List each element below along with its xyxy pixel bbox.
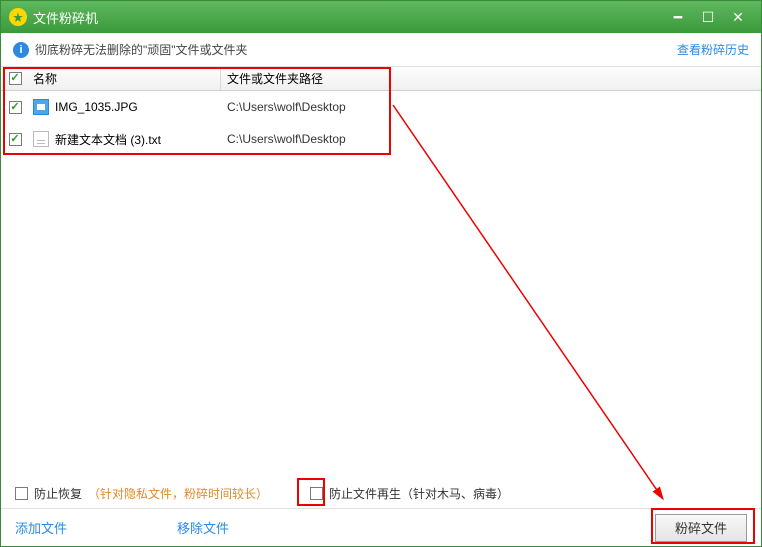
prevent-regen-label: 防止文件再生（针对木马、病毒） — [329, 485, 509, 502]
table-header: 名称 文件或文件夹路径 — [1, 67, 761, 91]
select-all-checkbox[interactable] — [9, 72, 22, 85]
image-file-icon — [33, 99, 49, 115]
prevent-recovery-checkbox[interactable] — [15, 487, 28, 500]
titlebar: 文件粉碎机 ━ ☐ ✕ — [1, 1, 761, 33]
column-header-path[interactable]: 文件或文件夹路径 — [221, 70, 761, 87]
window-title: 文件粉碎机 — [33, 8, 663, 27]
options-row: 防止恢复 （针对隐私文件，粉碎时间较长） 防止文件再生（针对木马、病毒） — [1, 478, 761, 508]
file-name: IMG_1035.JPG — [55, 100, 138, 114]
column-header-name[interactable]: 名称 — [29, 67, 221, 90]
prevent-recovery-hint: （针对隐私文件，粉碎时间较长） — [88, 485, 268, 502]
add-file-link[interactable]: 添加文件 — [15, 518, 67, 537]
row-checkbox[interactable] — [9, 133, 22, 146]
file-table: 名称 文件或文件夹路径 IMG_1035.JPG C:\Users\wolf\D… — [1, 67, 761, 477]
close-button[interactable]: ✕ — [723, 5, 753, 29]
remove-file-link[interactable]: 移除文件 — [177, 518, 229, 537]
file-path: C:\Users\wolf\Desktop — [221, 132, 761, 146]
row-checkbox[interactable] — [9, 101, 22, 114]
minimize-button[interactable]: ━ — [663, 5, 693, 29]
button-row: 添加文件 移除文件 粉碎文件 — [1, 508, 761, 546]
app-window: 文件粉碎机 ━ ☐ ✕ i 彻底粉碎无法删除的"顽固"文件或文件夹 查看粉碎历史… — [0, 0, 762, 547]
info-bar: i 彻底粉碎无法删除的"顽固"文件或文件夹 查看粉碎历史 — [1, 33, 761, 67]
text-file-icon — [33, 131, 49, 147]
info-icon: i — [13, 42, 29, 58]
table-row[interactable]: IMG_1035.JPG C:\Users\wolf\Desktop — [1, 91, 761, 123]
table-row[interactable]: 新建文本文档 (3).txt C:\Users\wolf\Desktop — [1, 123, 761, 155]
file-name: 新建文本文档 (3).txt — [55, 131, 161, 148]
shred-button[interactable]: 粉碎文件 — [655, 514, 747, 542]
prevent-regen-checkbox[interactable] — [310, 487, 323, 500]
file-path: C:\Users\wolf\Desktop — [221, 100, 761, 114]
history-link[interactable]: 查看粉碎历史 — [677, 41, 749, 58]
app-logo-icon — [9, 8, 27, 26]
maximize-button[interactable]: ☐ — [693, 5, 723, 29]
footer: 防止恢复 （针对隐私文件，粉碎时间较长） 防止文件再生（针对木马、病毒） 添加文… — [1, 478, 761, 546]
prevent-recovery-label: 防止恢复 — [34, 485, 82, 502]
info-text: 彻底粉碎无法删除的"顽固"文件或文件夹 — [35, 41, 677, 58]
